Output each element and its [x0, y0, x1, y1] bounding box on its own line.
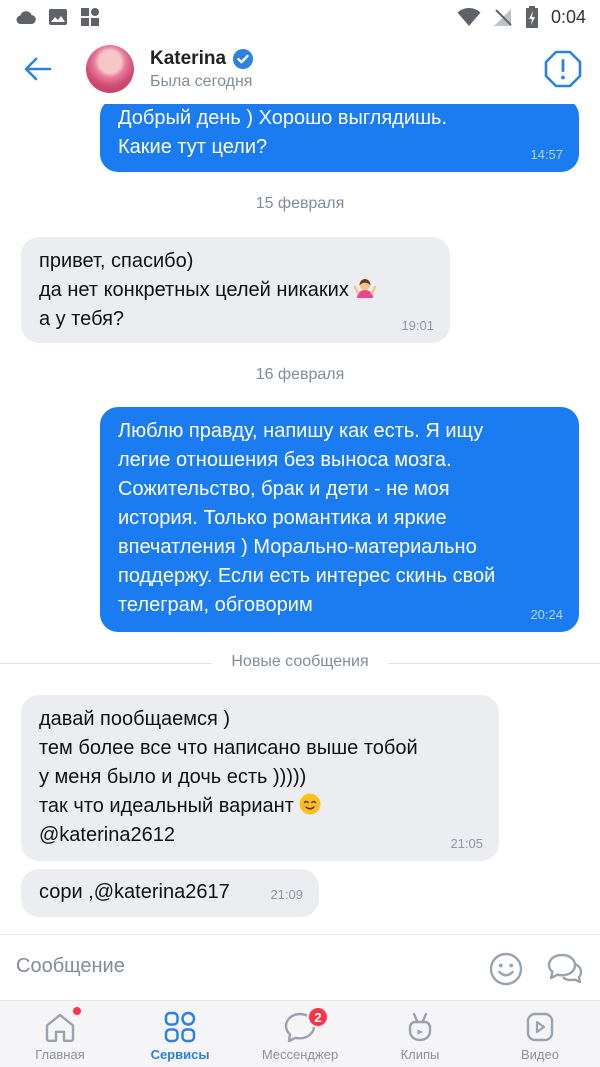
chat-bubbles-icon[interactable]	[546, 951, 584, 987]
message-list[interactable]: Добрый день ) Хорошо выглядишь. Какие ту…	[0, 104, 600, 934]
new-messages-separator: Новые сообщения	[0, 653, 600, 675]
message-line: Какие тут цели?	[118, 136, 268, 158]
message-line: Добрый день ) Хорошо выглядишь.	[118, 107, 448, 129]
message-bubble-incoming[interactable]: давай пообщаемся ) тем более все что нап…	[21, 695, 499, 861]
services-grid-icon	[164, 1011, 196, 1043]
clips-icon	[408, 1012, 432, 1042]
new-messages-label: Новые сообщения	[231, 653, 369, 670]
status-time: 0:04	[550, 6, 586, 27]
message-input[interactable]	[16, 955, 456, 978]
message-line: легие отношения без выноса мозга.	[118, 449, 452, 471]
tab-label: Клипы	[400, 1047, 440, 1062]
home-icon	[45, 1013, 75, 1042]
message-line: телеграм, обговорим	[118, 594, 313, 616]
cloud-icon	[16, 11, 36, 25]
avatar[interactable]	[86, 45, 134, 93]
message-bubble-incoming[interactable]: сори ,@katerina2617 21:09	[21, 869, 319, 917]
no-signal-icon	[493, 9, 512, 26]
message-time: 21:09	[270, 887, 303, 902]
message-line: @katerina2612	[39, 824, 175, 846]
message-line: поддержу. Если есть интерес скинь свой	[118, 565, 496, 587]
status-bar-right: 0:04	[457, 6, 586, 28]
tab-clips[interactable]: Клипы	[360, 1001, 480, 1067]
message-time: 19:01	[401, 318, 434, 333]
message-line: так что идеальный вариант	[39, 792, 481, 821]
tab-video[interactable]: Видео	[480, 1001, 600, 1067]
last-seen-status: Была сегодня	[150, 72, 253, 90]
tab-label: Главная	[35, 1047, 85, 1062]
verified-check-icon	[233, 48, 254, 69]
messenger-unread-badge: 2	[307, 1006, 329, 1028]
chat-header: Katerina Была сегодня	[0, 34, 600, 104]
message-line-text: так что идеальный вариант	[39, 795, 294, 817]
status-bar-left	[14, 7, 100, 27]
back-button[interactable]	[14, 45, 62, 93]
smiling-face-emoji	[299, 793, 321, 815]
message-bubble-outgoing[interactable]: Добрый день ) Хорошо выглядишь. Какие ту…	[100, 104, 579, 172]
message-line: Люблю правду, напишу как есть. Я ищу	[118, 420, 484, 442]
alert-octagon-icon[interactable]	[544, 50, 582, 88]
message-time: 14:57	[530, 147, 563, 162]
separator-rule-right	[388, 663, 600, 664]
tab-home[interactable]: Главная	[0, 1001, 120, 1067]
tab-services[interactable]: Сервисы	[120, 1001, 240, 1067]
smile-icon[interactable]	[488, 951, 524, 987]
message-line: сори ,@katerina2617	[39, 881, 230, 903]
message-composer	[0, 934, 600, 1000]
message-time: 21:05	[450, 836, 483, 851]
date-separator: 16 февраля	[255, 366, 345, 383]
battery-charging-icon	[525, 6, 538, 28]
message-line: впечатления ) Морально-материально	[118, 536, 477, 558]
message-line: тем более все что написано выше тобой	[39, 737, 418, 759]
video-icon	[526, 1012, 554, 1042]
status-bar: 0:04	[0, 0, 600, 34]
wifi-icon	[457, 8, 481, 26]
tab-messenger[interactable]: Мессенджер	[240, 1001, 360, 1067]
chat-screen: 0:04 Katerina Была сегодня Добрый день )…	[0, 0, 600, 1067]
tab-label: Видео	[521, 1047, 559, 1062]
tab-label: Мессенджер	[261, 1047, 339, 1062]
notification-dot	[73, 1007, 81, 1015]
date-separator: 15 февраля	[255, 195, 345, 212]
apps-grid-icon	[81, 8, 99, 26]
message-line: история. Только романтика и яркие	[118, 507, 447, 529]
contact-name: Katerina	[150, 47, 227, 69]
message-line: давай пообщаемся )	[39, 708, 231, 730]
message-bubble-incoming[interactable]: привет, спасибо) да нет конкретных целей…	[21, 237, 450, 343]
message-line: да нет конкретных целей никаких	[39, 276, 432, 305]
image-icon	[49, 9, 67, 25]
bottom-tab-bar: Главная Сервисы Мессенджер Клипы Видео	[0, 1000, 600, 1067]
message-line-text: да нет конкретных целей никаких	[39, 279, 349, 301]
contact-info[interactable]: Katerina Была сегодня	[150, 48, 254, 91]
message-line: а у тебя?	[39, 308, 125, 330]
message-line: привет, спасибо)	[39, 250, 194, 272]
arrow-left-icon	[24, 57, 52, 81]
contact-name-row: Katerina	[150, 48, 254, 70]
woman-shrugging-emoji	[353, 279, 377, 298]
message-line: Сожительство, брак и дети - не моя	[118, 478, 450, 500]
message-time: 20:24	[530, 607, 563, 622]
message-line: у меня было и дочь есть )))))	[39, 766, 307, 788]
tab-label: Сервисы	[150, 1047, 210, 1062]
message-bubble-outgoing[interactable]: Люблю правду, напишу как есть. Я ищу лег…	[100, 407, 579, 632]
